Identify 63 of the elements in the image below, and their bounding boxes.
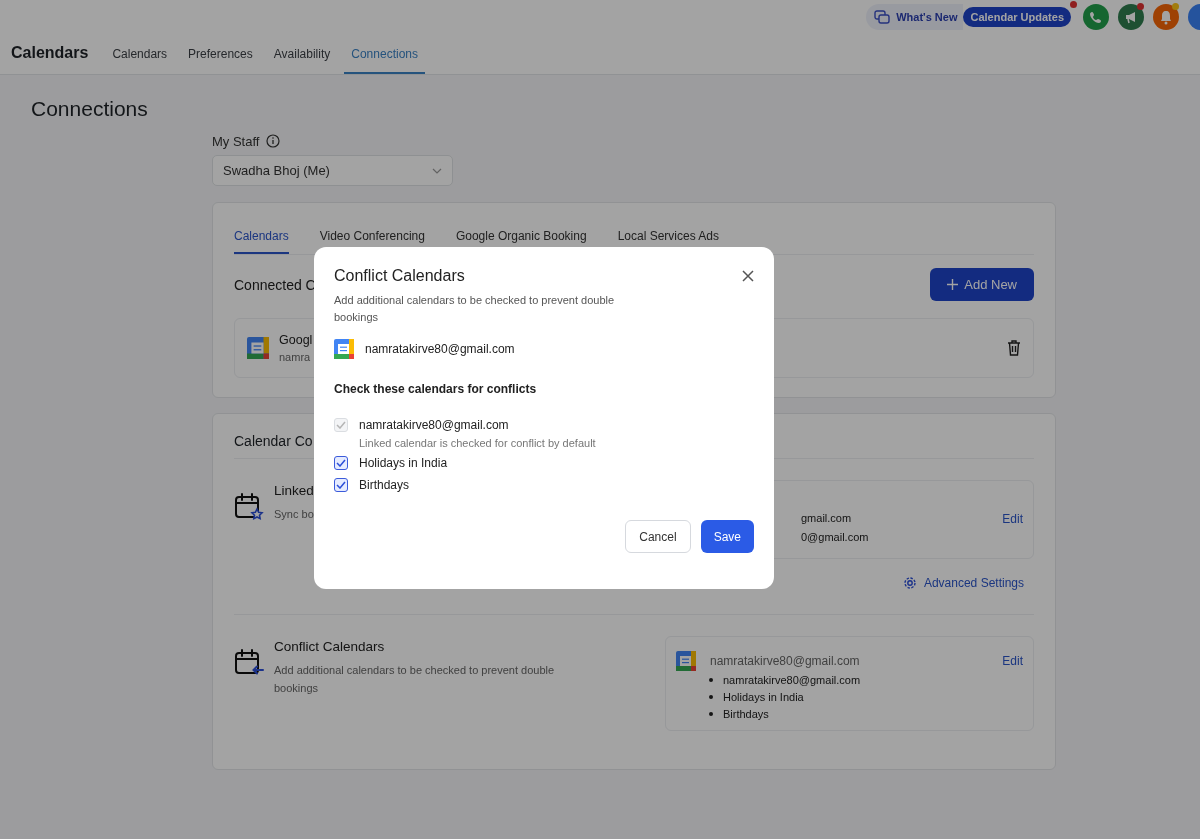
close-icon[interactable] <box>742 270 754 282</box>
google-calendar-icon <box>247 337 269 359</box>
section-heading: Check these calendars for conflicts <box>334 382 538 396</box>
section-title: Calendar Co <box>234 432 313 451</box>
info-icon <box>266 134 281 148</box>
advanced-settings-link[interactable]: Advanced Settings <box>902 576 1024 590</box>
add-new-button[interactable]: Add New <box>930 268 1034 301</box>
checkbox[interactable] <box>334 478 348 492</box>
staff-dropdown[interactable]: Swadha Bhoj (Me) <box>212 155 453 186</box>
notification-dot <box>1070 1 1077 8</box>
gear-icon <box>902 576 917 590</box>
phone-button[interactable] <box>1083 4 1109 30</box>
nav-tab[interactable]: Availability <box>273 34 331 74</box>
calendar-updates-button[interactable]: Calendar Updates <box>963 7 1071 27</box>
edit-link[interactable]: Edit <box>1002 654 1023 668</box>
checkbox[interactable] <box>334 456 348 470</box>
calendar-star-icon <box>234 492 264 522</box>
whats-new-button[interactable]: What's New <box>866 4 964 30</box>
checkbox-label: Birthdays <box>359 478 410 493</box>
phone-icon <box>1088 9 1104 25</box>
account-email: namratakirve80@gmail.com <box>710 654 860 668</box>
tab[interactable]: Calendars <box>234 229 289 254</box>
dialog-description: Add additional calendars to be checked to prevent double bookings <box>334 293 616 325</box>
google-calendar-icon <box>676 651 696 671</box>
dialog-title: Conflict Calendars <box>334 267 465 285</box>
notifications-button[interactable] <box>1153 4 1179 30</box>
account-email: namratakirve80@gmail.com <box>365 342 515 356</box>
bullet-icon <box>709 711 713 716</box>
calendar-name: namratakirve80@gmail.com <box>723 673 861 686</box>
nav-tab[interactable]: Calendars <box>112 34 168 74</box>
edit-link[interactable]: Edit <box>1002 512 1023 526</box>
save-button[interactable]: Save <box>700 520 754 553</box>
bullet-icon <box>709 694 713 699</box>
field-label: My Staff <box>212 133 260 149</box>
app-title: Calendars <box>11 43 89 63</box>
bell-icon <box>1158 9 1174 25</box>
notification-dot <box>1172 3 1179 10</box>
nav-tab[interactable]: Connections <box>344 34 425 74</box>
setting-description: Sync bo <box>274 507 314 522</box>
calendar-name: Holidays in India <box>723 690 804 703</box>
notification-dot <box>1137 3 1144 10</box>
page-title: Connections <box>31 97 149 121</box>
account-email: namra <box>279 351 311 363</box>
setting-description: Add additional calendars to be checked to prevent double bookings <box>274 663 556 696</box>
section-title: Connected C <box>234 276 316 293</box>
megaphone-button[interactable] <box>1118 4 1144 30</box>
helper-text: Linked calendar is checked for conflict by default <box>359 437 596 449</box>
setting-title: Linked <box>274 483 314 498</box>
google-calendar-icon <box>334 339 354 359</box>
calendar-email: gmail.com <box>801 512 853 524</box>
chat-icon <box>874 10 891 24</box>
checkbox-label: namratakirve80@gmail.com <box>359 418 509 433</box>
chevron-down-icon <box>432 167 442 174</box>
plus-icon <box>947 279 959 290</box>
setting-title: Conflict Calendars <box>274 639 385 654</box>
cancel-button[interactable]: Cancel <box>625 520 691 553</box>
account-name: Googl <box>279 333 313 347</box>
calendar-name: Birthdays <box>723 707 769 720</box>
nav-tab[interactable]: Preferences <box>188 34 253 74</box>
checkbox-label: Holidays in India <box>359 456 448 471</box>
trash-icon[interactable] <box>1007 340 1021 356</box>
calendar-email: 0@gmail.com <box>801 531 870 543</box>
bullet-icon <box>709 677 713 682</box>
